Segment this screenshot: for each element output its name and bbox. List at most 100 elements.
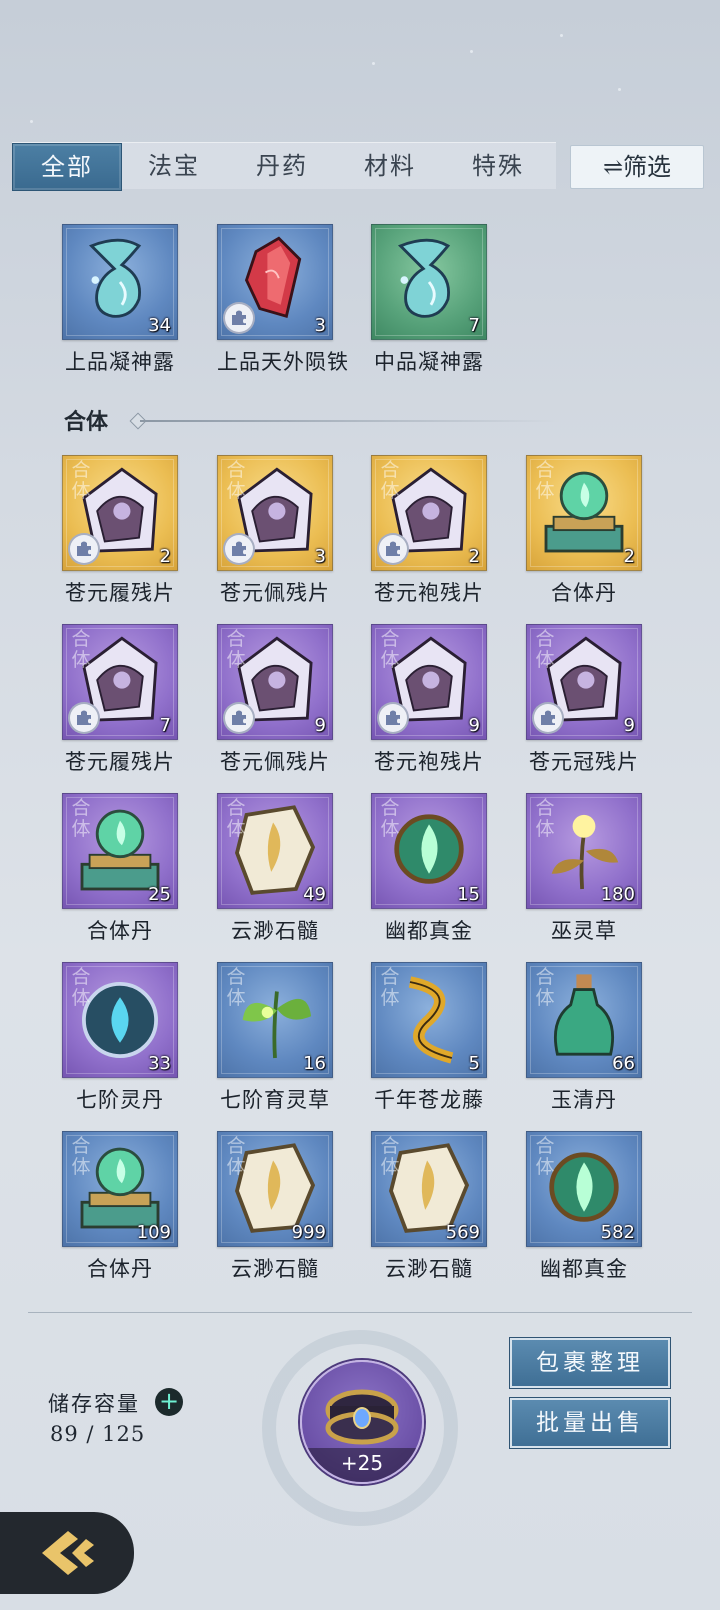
inventory-item[interactable]: 合体 569 云渺石髓 bbox=[371, 1131, 487, 1283]
inventory-item[interactable]: 合体 2 苍元袍残片 bbox=[371, 455, 487, 607]
tier-watermark: 合体 bbox=[226, 1135, 246, 1178]
tier-watermark: 合体 bbox=[226, 966, 246, 1009]
puzzle-badge-icon bbox=[223, 702, 255, 734]
bag-bonus-count: +25 bbox=[302, 1448, 422, 1482]
bulk-sell-button[interactable]: 批量出售 bbox=[510, 1398, 670, 1448]
item-name: 苍元袍残片 bbox=[374, 581, 484, 605]
item-name: 苍元佩残片 bbox=[220, 581, 330, 605]
item-name: 上品天外陨铁 bbox=[217, 350, 349, 374]
category-tabs: 全部 法宝 丹药 材料 特殊 bbox=[12, 142, 556, 191]
storage-value: 89 / 125 bbox=[50, 1422, 146, 1446]
item-count: 3 bbox=[314, 315, 326, 336]
inventory-item[interactable]: 合体 999 云渺石髓 bbox=[217, 1131, 333, 1283]
item-count: 9 bbox=[623, 715, 635, 736]
tier-watermark: 合体 bbox=[380, 459, 400, 502]
item-frame: 合体 66 bbox=[526, 962, 642, 1078]
back-button[interactable] bbox=[0, 1512, 134, 1594]
tab-materials[interactable]: 材料 bbox=[336, 143, 444, 189]
inventory-item[interactable]: 合体 9 苍元冠残片 bbox=[526, 624, 642, 776]
section-title: 合体 bbox=[64, 409, 109, 435]
tier-watermark: 合体 bbox=[71, 628, 91, 671]
inventory-item[interactable]: 合体 5 千年苍龙藤 bbox=[371, 962, 487, 1114]
item-count: 7 bbox=[468, 315, 480, 336]
item-frame: 合体 109 bbox=[62, 1131, 178, 1247]
inventory-item[interactable]: 合体 15 幽都真金 bbox=[371, 793, 487, 945]
item-name: 幽都真金 bbox=[540, 1257, 628, 1281]
item-name: 苍元袍残片 bbox=[374, 750, 484, 774]
inventory-item[interactable]: 合体 33 七阶灵丹 bbox=[62, 962, 178, 1114]
item-count: 16 bbox=[303, 1053, 326, 1074]
filter-button[interactable]: ⇌筛选 bbox=[570, 145, 704, 189]
tier-watermark: 合体 bbox=[535, 628, 555, 671]
item-frame: 34 bbox=[62, 224, 178, 340]
item-frame: 合体 180 bbox=[526, 793, 642, 909]
tier-watermark: 合体 bbox=[71, 459, 91, 502]
inventory-item[interactable]: 合体 9 苍元袍残片 bbox=[371, 624, 487, 776]
tier-watermark: 合体 bbox=[380, 797, 400, 840]
item-name: 中品凝神露 bbox=[374, 350, 484, 374]
storage-bag-button[interactable]: +25 bbox=[300, 1360, 424, 1484]
tier-watermark: 合体 bbox=[380, 628, 400, 671]
item-frame: 合体 582 bbox=[526, 1131, 642, 1247]
item-frame: 合体 25 bbox=[62, 793, 178, 909]
inventory-item[interactable]: 合体 7 苍元履残片 bbox=[62, 624, 178, 776]
tab-all[interactable]: 全部 bbox=[12, 143, 122, 191]
item-name: 云渺石髓 bbox=[385, 1257, 473, 1281]
inventory-item[interactable]: 合体 49 云渺石髓 bbox=[217, 793, 333, 945]
inventory-item[interactable]: 7 中品凝神露 bbox=[371, 224, 487, 376]
tier-watermark: 合体 bbox=[535, 966, 555, 1009]
item-count: 9 bbox=[314, 715, 326, 736]
item-name: 上品凝神露 bbox=[65, 350, 175, 374]
item-name: 幽都真金 bbox=[385, 919, 473, 943]
sky-particle bbox=[470, 50, 473, 53]
tab-special[interactable]: 特殊 bbox=[444, 143, 552, 189]
item-count: 66 bbox=[612, 1053, 635, 1074]
item-frame: 合体 9 bbox=[371, 624, 487, 740]
inventory-item[interactable]: 合体 3 苍元佩残片 bbox=[217, 455, 333, 607]
sky-particle bbox=[372, 62, 375, 65]
item-count: 2 bbox=[159, 546, 171, 567]
tier-watermark: 合体 bbox=[226, 628, 246, 671]
item-name: 苍元佩残片 bbox=[220, 750, 330, 774]
inventory-item[interactable]: 合体 16 七阶育灵草 bbox=[217, 962, 333, 1114]
tier-watermark: 合体 bbox=[380, 966, 400, 1009]
item-count: 2 bbox=[623, 546, 635, 567]
item-frame: 合体 2 bbox=[371, 455, 487, 571]
item-frame: 合体 2 bbox=[62, 455, 178, 571]
tier-watermark: 合体 bbox=[535, 459, 555, 502]
puzzle-badge-icon bbox=[68, 533, 100, 565]
item-frame: 合体 7 bbox=[62, 624, 178, 740]
expand-storage-plus-icon[interactable]: + bbox=[155, 1388, 183, 1416]
section-divider bbox=[140, 420, 560, 422]
item-count: 33 bbox=[148, 1053, 171, 1074]
item-name: 苍元冠残片 bbox=[529, 750, 639, 774]
puzzle-badge-icon bbox=[377, 702, 409, 734]
item-frame: 合体 569 bbox=[371, 1131, 487, 1247]
tab-pills[interactable]: 丹药 bbox=[228, 143, 336, 189]
tier-watermark: 合体 bbox=[71, 797, 91, 840]
tier-watermark: 合体 bbox=[71, 1135, 91, 1178]
item-frame: 合体 2 bbox=[526, 455, 642, 571]
inventory-item[interactable]: 合体 9 苍元佩残片 bbox=[217, 624, 333, 776]
tab-artifacts[interactable]: 法宝 bbox=[120, 143, 228, 189]
inventory-item[interactable]: 合体 66 玉清丹 bbox=[526, 962, 642, 1114]
sky-particle bbox=[560, 34, 563, 37]
item-frame: 合体 33 bbox=[62, 962, 178, 1078]
inventory-item[interactable]: 3 上品天外陨铁 bbox=[217, 224, 349, 376]
scroll-clip-area[interactable]: 合体 109 合体丹 合体 999 云渺石髓 合体 569 云渺石髓 合体 582 幽都真金 bbox=[0, 1110, 720, 1292]
puzzle-badge-icon bbox=[223, 302, 255, 334]
inventory-item[interactable]: 合体 2 苍元履残片 bbox=[62, 455, 178, 607]
inventory-item[interactable]: 合体 2 合体丹 bbox=[526, 455, 642, 607]
item-count: 3 bbox=[314, 546, 326, 567]
tier-watermark: 合体 bbox=[226, 797, 246, 840]
inventory-item[interactable]: 合体 25 合体丹 bbox=[62, 793, 178, 945]
inventory-item[interactable]: 合体 109 合体丹 bbox=[62, 1131, 178, 1283]
sky-particle bbox=[618, 88, 621, 91]
inventory-item[interactable]: 34 上品凝神露 bbox=[62, 224, 178, 376]
inventory-item[interactable]: 合体 180 巫灵草 bbox=[526, 793, 642, 945]
item-count: 5 bbox=[468, 1053, 480, 1074]
inventory-item[interactable]: 合体 582 幽都真金 bbox=[526, 1131, 642, 1283]
item-count: 7 bbox=[159, 715, 171, 736]
item-count: 15 bbox=[457, 884, 480, 905]
organize-bag-button[interactable]: 包裹整理 bbox=[510, 1338, 670, 1388]
